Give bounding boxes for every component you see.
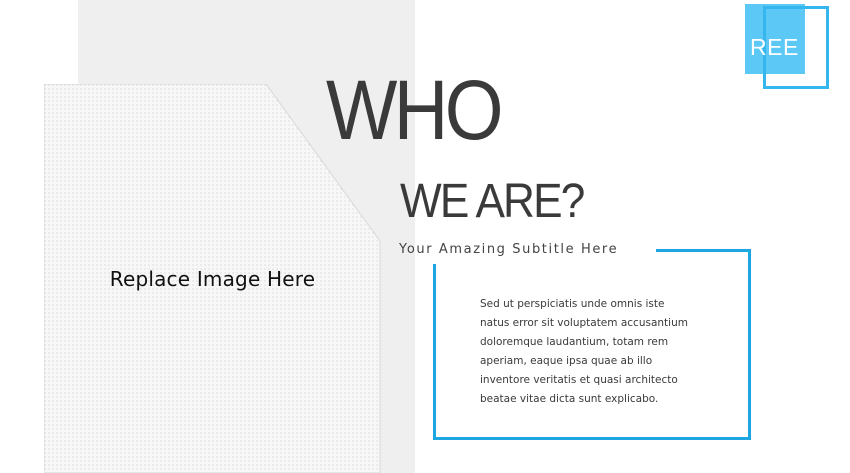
text-frame-left <box>433 264 436 440</box>
body-text-line: inventore veritatis et quasi architecto <box>480 374 678 386</box>
title-line-2: WE ARE? <box>400 175 585 228</box>
text-frame-top <box>656 249 750 252</box>
title-line-1: WHO <box>326 63 504 157</box>
logo: REE <box>745 4 829 89</box>
body-text: Sed ut perspiciatis unde omnis iste natu… <box>480 295 730 409</box>
text-frame-bottom <box>433 437 751 440</box>
body-text-line: Sed ut perspiciatis unde omnis iste <box>480 298 665 310</box>
subtitle: Your Amazing Subtitle Here <box>399 242 619 257</box>
body-text-line: beatae vitae dicta sunt explicabo. <box>480 393 659 405</box>
image-placeholder-label: Replace Image Here <box>109 267 316 291</box>
body-text-line: doloremque laudantium, totam rem <box>480 336 669 348</box>
body-text-line: aperiam, eaque ipsa quae ab illo <box>480 355 653 367</box>
logo-text: REE <box>750 34 799 60</box>
body-text-line: natus error sit voluptatem accusantium <box>480 317 688 329</box>
text-frame-right <box>748 249 751 440</box>
